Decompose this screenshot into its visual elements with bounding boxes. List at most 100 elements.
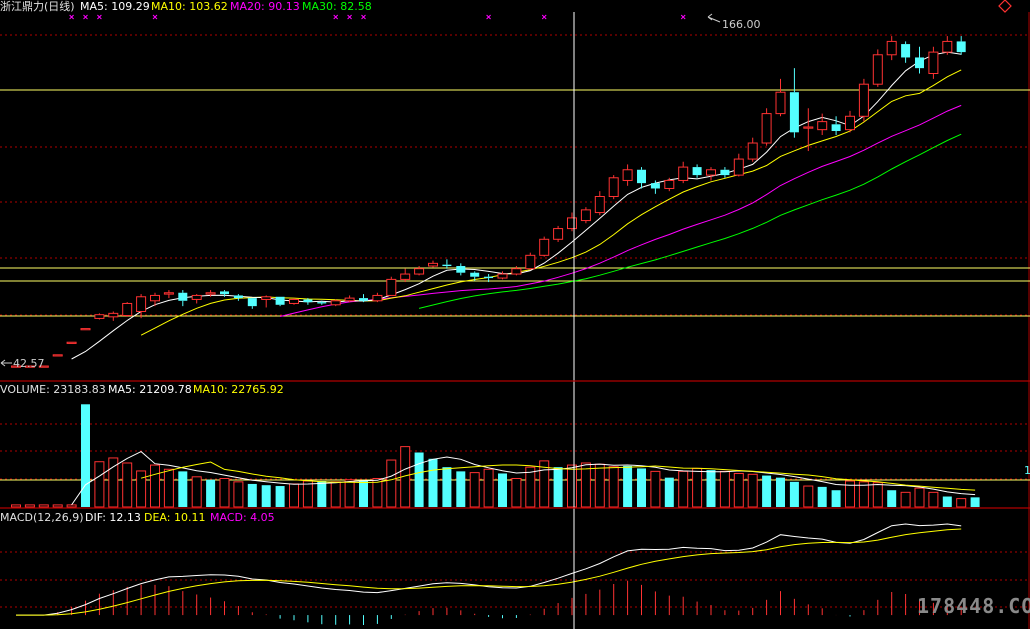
candle-body [553, 228, 564, 240]
candle-body [803, 126, 814, 129]
candle-body [456, 266, 466, 273]
candle-body [94, 314, 105, 319]
volume-bar-41 [580, 462, 591, 508]
candle-body [261, 296, 272, 300]
low-price-label: 42.57 [13, 357, 45, 370]
volume-bar-57 [803, 485, 814, 508]
candle-body [901, 44, 911, 58]
volume-bar-9 [136, 470, 147, 508]
volume-bar-21 [302, 480, 313, 508]
price-header-ma5: MA5: 109.29 [80, 0, 150, 13]
stock-chart[interactable]: 浙江鼎力(日线) MA5: 109.29 MA10: 103.62 MA20: … [0, 0, 1030, 629]
volume-bar-24 [344, 479, 355, 508]
volume-bar-48 [678, 470, 689, 508]
volume-bar-52 [733, 472, 744, 508]
volume-bar-6 [94, 461, 105, 508]
volume-bar-45 [637, 468, 646, 507]
candle-body [747, 142, 758, 160]
candle-body [150, 294, 160, 302]
volume-bar-69 [970, 497, 980, 507]
candle-body [428, 262, 438, 267]
candle-23 [330, 299, 341, 307]
candle-body [372, 294, 383, 302]
watermark: 178448.COM [917, 594, 1030, 618]
candle-37 [525, 252, 536, 271]
candle-body [775, 91, 786, 115]
candle-body [497, 273, 508, 279]
candle-body [303, 299, 313, 303]
candle-body [414, 268, 425, 275]
candle-body [178, 292, 188, 301]
candle-body [539, 238, 550, 256]
volume-bar-35 [498, 473, 507, 507]
volume-bar-1 [24, 504, 35, 508]
candle-body [344, 297, 355, 302]
candle-body [942, 40, 953, 53]
candle-61 [858, 78, 869, 122]
volume-bar-37 [525, 466, 536, 508]
candle-body [637, 169, 646, 184]
volume-header-ma10: MA10: 22765.92 [193, 383, 284, 396]
volume-bar-68 [956, 498, 967, 508]
volume-bar-11 [163, 468, 174, 508]
macd-header-macd: MACD: 4.05 [210, 511, 275, 524]
volume-bar-25 [359, 480, 368, 507]
candle-body [525, 254, 536, 270]
volume-bar-55 [776, 477, 785, 507]
volume-bar-20 [289, 483, 299, 508]
candle-3 [52, 354, 63, 357]
candle-body [247, 298, 257, 307]
macd-header-title: MACD(12,26,9) [0, 511, 84, 524]
volume-bar-51 [719, 470, 730, 508]
candle-body [220, 291, 229, 295]
candle-38 [539, 236, 550, 257]
volume-bar-36 [511, 477, 522, 508]
volume-bar-40 [567, 464, 577, 508]
volume-bar-17 [247, 483, 257, 507]
volume-bar-4 [66, 504, 77, 508]
volume-bar-44 [623, 465, 633, 507]
candle-body [580, 209, 591, 222]
volume-bar-46 [650, 470, 661, 508]
candle-body [205, 292, 216, 295]
candle-body [275, 296, 285, 305]
volume-bar-64 [900, 491, 911, 508]
candle-body [511, 268, 522, 275]
volume-bar-30 [428, 458, 438, 507]
candle-body [289, 298, 299, 304]
candle-body [650, 183, 660, 189]
candle-body [817, 121, 828, 131]
candle-body [720, 169, 730, 176]
volume-bar-50 [706, 470, 716, 507]
candle-body [108, 312, 119, 318]
volume-bar-34 [483, 468, 494, 508]
volume-bar-59 [831, 490, 841, 507]
price-header-title: 浙江鼎力(日线) [0, 0, 75, 13]
candle-62 [872, 49, 883, 87]
volume-bar-63 [887, 490, 897, 507]
candle-54 [761, 108, 772, 146]
candle-body [761, 113, 772, 144]
candle-body [163, 292, 174, 295]
volume-bar-53 [747, 473, 758, 508]
candle-body [470, 272, 480, 277]
volume-header-ma5: MA5: 21209.78 [108, 383, 192, 396]
candle-body [789, 92, 799, 133]
candle-body [706, 169, 716, 176]
candle-39 [553, 225, 564, 242]
volume-bar-66 [928, 491, 939, 508]
candle-body [330, 300, 341, 306]
volume-bar-49 [692, 467, 703, 508]
candle-8 [122, 302, 133, 317]
candle-19 [275, 296, 285, 307]
volume-bar-13 [191, 476, 202, 508]
volume-bar-10 [150, 464, 160, 508]
volume-bar-19 [275, 486, 285, 507]
candle-body [567, 217, 577, 230]
volume-bar-27 [386, 459, 397, 508]
candle-43 [608, 175, 619, 200]
volume-bar-12 [178, 471, 188, 507]
candle-body [831, 124, 841, 131]
candle-20 [289, 298, 299, 305]
candle-body [664, 179, 675, 189]
